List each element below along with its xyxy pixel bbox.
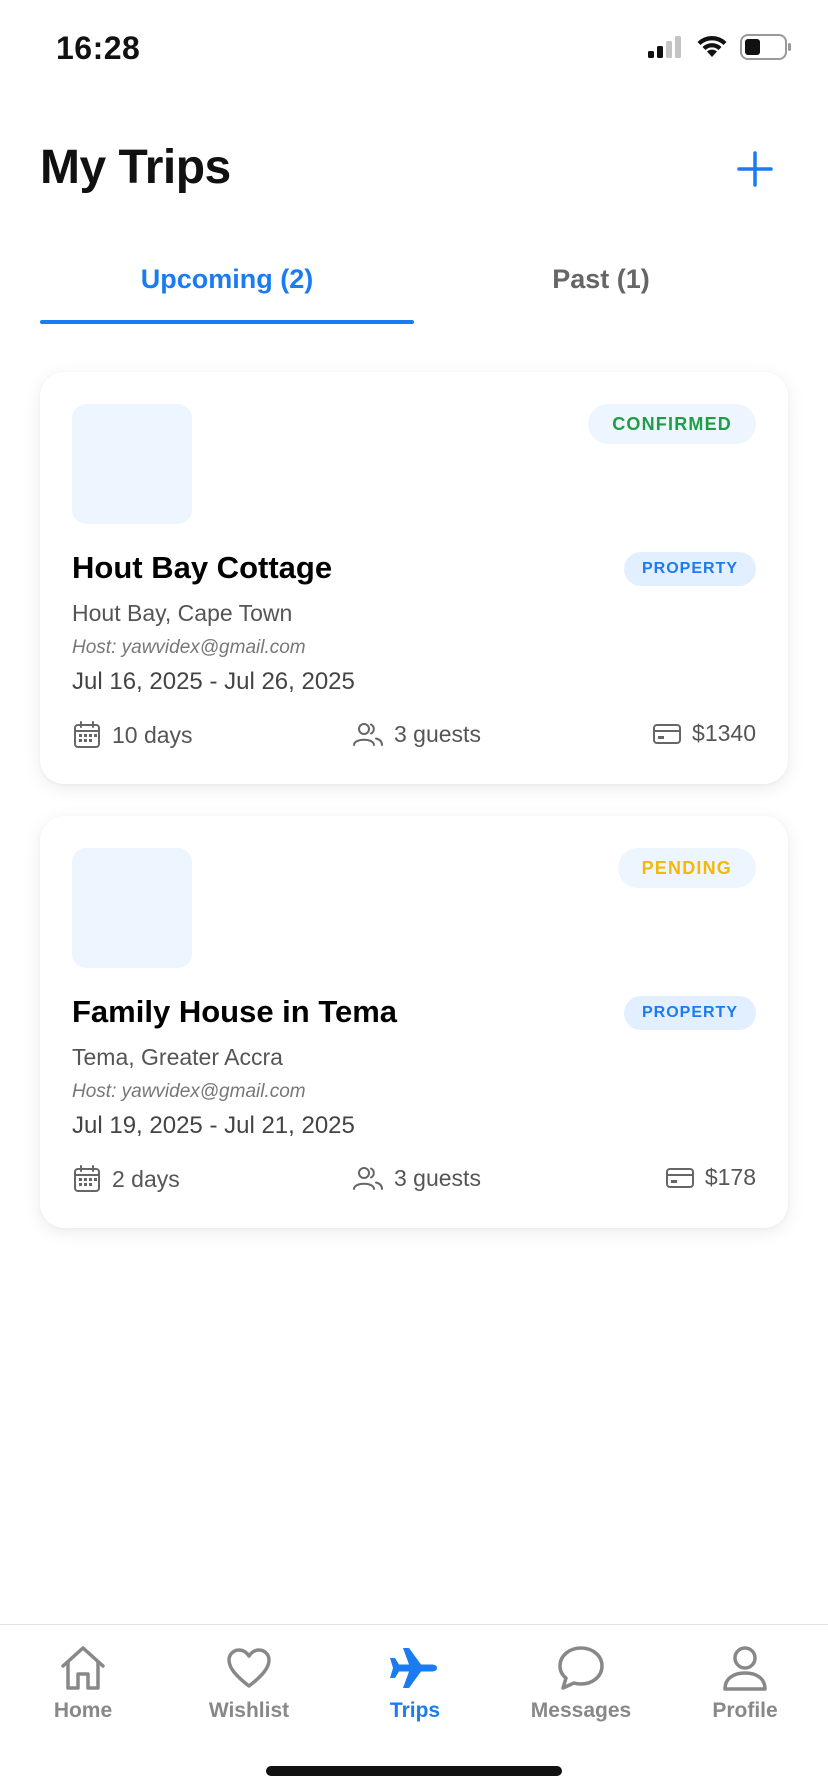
type-badge: PROPERTY <box>623 552 756 586</box>
price-text: $178 <box>704 1164 756 1190</box>
trip-title: Family House in Tema <box>72 994 398 1029</box>
guests-icon <box>353 723 383 746</box>
tab-upcoming[interactable]: Upcoming (2) <box>40 250 414 324</box>
trip-card[interactable]: CONFIRMED Hout Bay Cottage PROPERTY Hout… <box>40 372 788 784</box>
tab-past[interactable]: Past (1) <box>414 250 788 324</box>
airplane-icon <box>390 1648 437 1688</box>
calendar-icon <box>74 721 100 748</box>
tabbar-messages[interactable]: Messages <box>498 1643 664 1723</box>
trip-location: Tema, Greater Accra <box>72 1044 283 1070</box>
trip-dates: Jul 16, 2025 - Jul 26, 2025 <box>72 668 355 695</box>
trip-price: $1340 <box>652 720 756 747</box>
duration-text: 10 days <box>112 721 193 748</box>
status-badge: PENDING <box>617 848 756 888</box>
home-indicator <box>266 1766 562 1776</box>
guests-text: 3 guests <box>394 720 481 747</box>
trip-thumbnail <box>72 848 192 968</box>
duration-text: 2 days <box>112 1165 180 1192</box>
calendar-icon <box>74 1165 100 1192</box>
credit-card-icon <box>653 723 682 744</box>
trip-location: Hout Bay, Cape Town <box>72 600 293 626</box>
trip-thumbnail <box>72 404 192 524</box>
plus-icon <box>737 151 773 187</box>
tabbar-label: Wishlist <box>208 1699 290 1722</box>
tabbar-label: Messages <box>530 1699 632 1722</box>
trip-tabs: Upcoming (2) Past (1) <box>40 250 788 324</box>
tabbar-label: Trips <box>389 1699 441 1722</box>
battery-icon <box>740 34 791 60</box>
person-icon <box>723 1646 767 1691</box>
tabbar-label: Profile <box>712 1699 778 1722</box>
wifi-icon <box>697 35 727 57</box>
credit-card-icon <box>665 1167 694 1188</box>
trip-card[interactable]: PENDING Family House in Tema PROPERTY Te… <box>40 816 788 1228</box>
trip-price: $178 <box>665 1164 756 1191</box>
trip-host: Host: yawvidex@gmail.com <box>72 1081 306 1102</box>
chat-bubble-icon <box>558 1646 604 1690</box>
trip-guests: 3 guests <box>352 1164 481 1192</box>
tabbar-trips[interactable]: Trips <box>332 1643 498 1723</box>
trip-title: Hout Bay Cottage <box>72 550 333 585</box>
status-badge: CONFIRMED <box>588 404 756 444</box>
heart-icon <box>227 1648 271 1688</box>
type-badge: PROPERTY <box>623 996 756 1030</box>
tabbar-wishlist[interactable]: Wishlist <box>166 1643 332 1723</box>
tabbar-home[interactable]: Home <box>0 1643 166 1723</box>
tabbar-label: Home <box>53 1699 113 1722</box>
signal-icon <box>648 36 681 58</box>
guests-text: 3 guests <box>394 1164 481 1191</box>
price-text: $1340 <box>692 720 756 746</box>
trip-dates: Jul 19, 2025 - Jul 21, 2025 <box>72 1112 355 1139</box>
trip-guests: 3 guests <box>352 720 481 748</box>
trip-host: Host: yawvidex@gmail.com <box>72 637 306 658</box>
status-time: 16:28 <box>56 30 141 66</box>
trip-duration: 2 days <box>72 1164 180 1194</box>
status-bar: 16:28 <box>0 0 828 100</box>
page-title: My Trips <box>40 141 231 194</box>
trip-duration: 10 days <box>72 720 193 750</box>
add-trip-button[interactable] <box>734 148 776 190</box>
trips-screen: 16:28 My Trips Upcoming (2) Past (1) CON… <box>0 0 828 1792</box>
status-icons <box>648 34 792 60</box>
guests-icon <box>353 1167 383 1190</box>
home-icon <box>61 1646 105 1690</box>
active-tab-indicator <box>40 320 414 324</box>
tabbar-profile[interactable]: Profile <box>662 1643 828 1723</box>
